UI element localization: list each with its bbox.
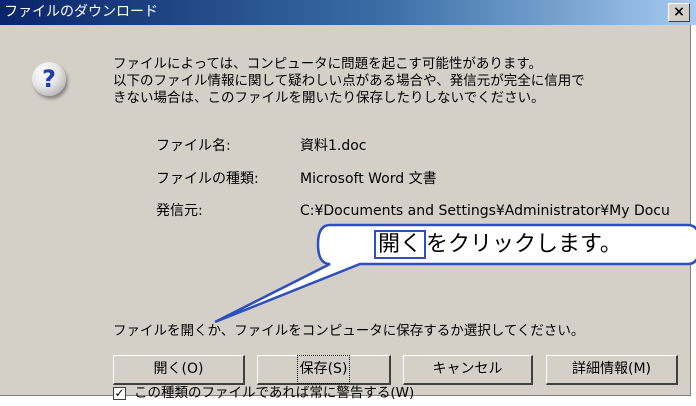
callout-annotation <box>214 223 696 324</box>
callout-highlight: 開く <box>374 230 427 259</box>
screenshot-stage: ファイルのダウンロード × ? ファイルによっては、コンピュータに問題を起こす可… <box>0 0 696 406</box>
callout-text: 開く をクリックします。 <box>374 228 622 262</box>
callout-instruction: をクリックします。 <box>426 232 622 257</box>
